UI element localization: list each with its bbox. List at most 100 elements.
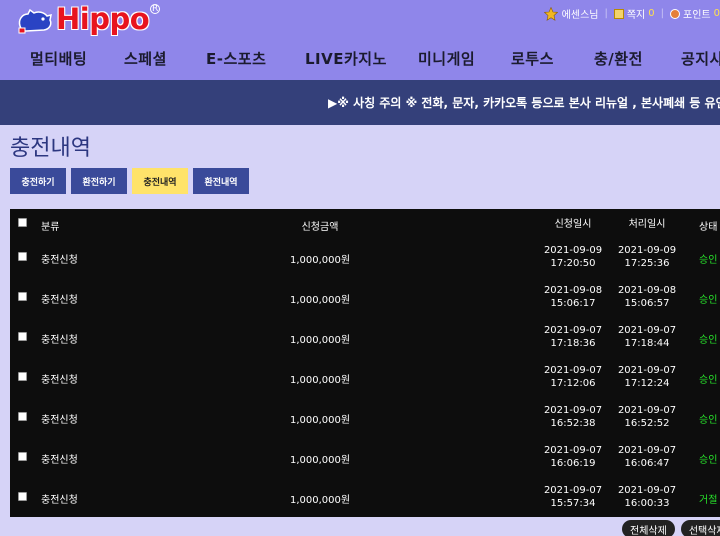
note-link[interactable]: 쪽지 bbox=[627, 6, 645, 21]
row-proc-time: 16:52:52 bbox=[624, 418, 670, 429]
row-proc-date: 2021-09-07 bbox=[617, 485, 677, 496]
row-category: 충전신청 bbox=[41, 415, 78, 426]
nav-item[interactable]: LIVE카지노 bbox=[305, 48, 387, 69]
row-status: 승인 bbox=[699, 455, 718, 466]
row-status: 승인 bbox=[699, 415, 718, 426]
nav-item[interactable]: 스페셜 bbox=[124, 48, 167, 69]
table-row: 충전신청 1,000,000원 2021-09-09 17:20:50 2021-09-… bbox=[10, 237, 720, 277]
row-proc-time: 16:00:33 bbox=[624, 498, 670, 509]
row-proc-time: 16:06:47 bbox=[624, 458, 670, 469]
nav-item[interactable]: 공지사항 bbox=[681, 48, 720, 69]
row-checkbox[interactable] bbox=[18, 292, 27, 301]
row-checkbox[interactable] bbox=[18, 332, 27, 341]
row-requested: 2021-09-07 16:06:19 bbox=[540, 444, 606, 470]
history-table: 분류 신청금액 신청일시 처리일시 상태 충전신청 1,000,000원 2021-… bbox=[10, 209, 720, 517]
header-category: 분류 bbox=[41, 222, 60, 233]
row-requested: 2021-09-07 15:57:34 bbox=[540, 484, 606, 510]
row-category: 충전신청 bbox=[41, 295, 78, 306]
divider: | bbox=[604, 8, 608, 19]
coin-icon bbox=[670, 8, 681, 19]
header-requested: 신청일시 bbox=[554, 219, 592, 230]
row-req-time: 17:20:50 bbox=[550, 258, 596, 269]
table-row: 충전신청 1,000,000원 2021-09-07 17:12:06 2021-09-… bbox=[10, 357, 720, 397]
table-row: 충전신청 1,000,000원 2021-09-07 17:18:36 2021-09-… bbox=[10, 317, 720, 357]
row-category: 충전신청 bbox=[41, 335, 78, 346]
row-status: 승인 bbox=[699, 375, 718, 386]
row-processed: 2021-09-09 17:25:36 bbox=[614, 244, 680, 270]
row-status: 승인 bbox=[699, 295, 718, 306]
username[interactable]: 에센스님 bbox=[562, 6, 599, 21]
tab-withdraw-history[interactable]: 환전내역 bbox=[193, 168, 249, 194]
nav-item[interactable]: 멀티배팅 bbox=[30, 48, 87, 69]
divider: | bbox=[660, 8, 665, 19]
row-amount: 1,000,000원 bbox=[289, 415, 351, 426]
row-requested: 2021-09-08 15:06:17 bbox=[540, 284, 606, 310]
row-amount: 1,000,000원 bbox=[289, 295, 351, 306]
row-checkbox[interactable] bbox=[18, 452, 27, 461]
page-title: 충전내역 bbox=[10, 136, 91, 161]
row-checkbox[interactable] bbox=[18, 492, 27, 501]
row-amount: 1,000,000원 bbox=[289, 335, 351, 346]
tab-bar: 충전하기 환전하기 충전내역 환전내역 bbox=[10, 168, 254, 194]
nav-item[interactable]: 로투스 bbox=[511, 48, 554, 69]
brand-name: Hippo bbox=[56, 2, 150, 36]
row-category: 충전신청 bbox=[41, 455, 78, 466]
row-processed: 2021-09-08 15:06:57 bbox=[614, 284, 680, 310]
row-status: 거절 bbox=[699, 495, 718, 506]
row-req-date: 2021-09-07 bbox=[543, 325, 603, 336]
row-req-time: 15:06:17 bbox=[550, 298, 596, 309]
row-requested: 2021-09-07 16:52:38 bbox=[540, 404, 606, 430]
row-req-date: 2021-09-09 bbox=[543, 245, 603, 256]
row-proc-date: 2021-09-07 bbox=[617, 365, 677, 376]
tab-withdraw[interactable]: 환전하기 bbox=[71, 168, 127, 194]
row-req-date: 2021-09-07 bbox=[543, 365, 603, 376]
header-status: 상태 bbox=[699, 222, 718, 233]
bulk-actions: 전체삭제 선택삭제 bbox=[622, 520, 720, 536]
header-processed: 처리일시 bbox=[628, 219, 666, 230]
row-proc-time: 17:12:24 bbox=[624, 378, 670, 389]
row-checkbox[interactable] bbox=[18, 252, 27, 261]
row-proc-time: 17:18:44 bbox=[624, 338, 670, 349]
row-checkbox[interactable] bbox=[18, 412, 27, 421]
table-row: 충전신청 1,000,000원 2021-09-07 16:06:19 2021-09-… bbox=[10, 437, 720, 477]
row-req-date: 2021-09-08 bbox=[543, 285, 603, 296]
nav-item[interactable]: 충/환전 bbox=[594, 48, 643, 69]
row-proc-time: 15:06:57 bbox=[624, 298, 670, 309]
row-proc-date: 2021-09-08 bbox=[617, 285, 677, 296]
row-proc-date: 2021-09-09 bbox=[617, 245, 677, 256]
delete-selected-button[interactable]: 선택삭제 bbox=[680, 520, 720, 536]
select-all-checkbox[interactable] bbox=[18, 218, 27, 227]
row-proc-time: 17:25:36 bbox=[624, 258, 670, 269]
row-amount: 1,000,000원 bbox=[289, 495, 351, 506]
row-req-time: 15:57:34 bbox=[550, 498, 596, 509]
site-header: Hippo R 에센스님 | 쪽지 0 | 포인트 0 멀티배팅 스페셜 E-스포츠… bbox=[0, 0, 720, 80]
row-req-time: 16:52:38 bbox=[550, 418, 596, 429]
hippo-mascot-icon bbox=[18, 8, 52, 34]
nav-item[interactable]: E-스포츠 bbox=[206, 48, 266, 69]
row-processed: 2021-09-07 16:00:33 bbox=[614, 484, 680, 510]
table-row: 충전신청 1,000,000원 2021-09-07 15:57:34 2021-09-… bbox=[10, 477, 720, 517]
row-proc-date: 2021-09-07 bbox=[617, 445, 677, 456]
note-count: 0 bbox=[648, 8, 655, 19]
tab-deposit-history[interactable]: 충전내역 bbox=[132, 168, 188, 194]
row-checkbox[interactable] bbox=[18, 372, 27, 381]
row-requested: 2021-09-07 17:18:36 bbox=[540, 324, 606, 350]
row-processed: 2021-09-07 17:12:24 bbox=[614, 364, 680, 390]
brand-logo[interactable]: Hippo R bbox=[16, 2, 161, 36]
row-req-date: 2021-09-07 bbox=[543, 405, 603, 416]
nav-item[interactable]: 미니게임 bbox=[418, 48, 475, 69]
point-link[interactable]: 포인트 bbox=[683, 6, 711, 21]
row-requested: 2021-09-09 17:20:50 bbox=[540, 244, 606, 270]
point-value: 0 bbox=[713, 8, 720, 19]
registered-mark: R bbox=[150, 4, 161, 14]
row-requested: 2021-09-07 17:12:06 bbox=[540, 364, 606, 390]
row-category: 충전신청 bbox=[41, 495, 78, 506]
row-req-time: 17:12:06 bbox=[550, 378, 596, 389]
tab-deposit[interactable]: 충전하기 bbox=[10, 168, 66, 194]
row-amount: 1,000,000원 bbox=[289, 375, 351, 386]
row-amount: 1,000,000원 bbox=[289, 255, 351, 266]
notice-ticker: ▶※ 사칭 주의 ※ 전화, 문자, 카카오톡 등으로 본사 리뉴얼 , 본사폐… bbox=[0, 80, 720, 125]
row-category: 충전신청 bbox=[41, 375, 78, 386]
row-proc-date: 2021-09-07 bbox=[617, 405, 677, 416]
delete-all-button[interactable]: 전체삭제 bbox=[622, 520, 675, 536]
